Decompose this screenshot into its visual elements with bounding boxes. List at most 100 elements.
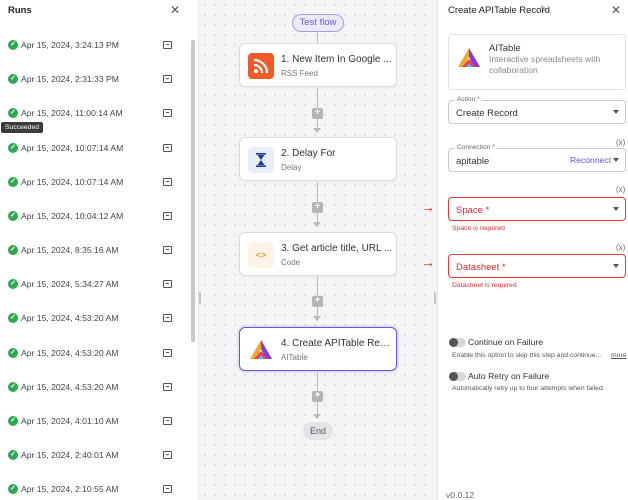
run-item[interactable]: ✓ Apr 15, 2024, 10:04:12 AM <box>0 208 190 226</box>
flow-step-rss[interactable]: 1. New Item In Google ... RSS Feed <box>239 43 397 87</box>
aitable-logo-icon <box>456 45 482 71</box>
dynamic-value-toggle[interactable]: (x) <box>616 185 625 194</box>
test-flow-button[interactable]: Test flow <box>292 14 344 32</box>
add-step-button[interactable]: + <box>312 296 323 307</box>
runs-scrollbar[interactable] <box>191 40 195 342</box>
space-select[interactable]: Space * <box>448 197 626 221</box>
run-time: Apr 15, 2024, 4:53:20 AM <box>21 313 119 323</box>
run-item[interactable]: ✓ Apr 15, 2024, 3:24:13 PM <box>0 37 190 55</box>
view-log-icon[interactable] <box>163 75 172 83</box>
close-runs-icon[interactable]: ✕ <box>170 3 180 17</box>
step-title: 4. Create APITable Rec... <box>281 338 393 349</box>
view-log-icon[interactable] <box>163 280 172 288</box>
space-error: Space is required <box>452 225 505 232</box>
run-item[interactable]: ✓ Apr 15, 2024, 10:07:14 AM <box>0 174 190 192</box>
auto-retry-toggle[interactable] <box>449 372 466 381</box>
step-title: 1. New Item In Google ... <box>281 54 392 65</box>
chevron-down-icon <box>613 158 619 162</box>
connection-value: apitable <box>456 156 490 167</box>
run-time: Apr 15, 2024, 10:07:14 AM <box>21 143 124 153</box>
run-item[interactable]: ✓ Apr 15, 2024, 8:35:16 AM <box>0 242 190 260</box>
step-subtitle: AITable <box>281 353 308 362</box>
dynamic-value-toggle[interactable]: (x) <box>616 243 625 252</box>
app-description: Interactive spreadsheets with collaborat… <box>489 54 601 75</box>
view-log-icon[interactable] <box>163 212 172 220</box>
step-title: 3. Get article title, URL ... <box>281 243 393 254</box>
view-log-icon[interactable] <box>163 417 172 425</box>
continue-on-failure-toggle[interactable] <box>449 338 466 347</box>
add-step-button[interactable]: + <box>312 391 323 402</box>
run-item[interactable]: ✓ Apr 15, 2024, 2:40:01 AM <box>0 447 190 465</box>
run-item[interactable]: ✓ Apr 15, 2024, 5:34:27 AM <box>0 276 190 294</box>
view-log-icon[interactable] <box>163 451 172 459</box>
run-item[interactable]: ✓ Apr 15, 2024, 4:53:20 AM <box>0 345 190 363</box>
run-time: Apr 15, 2024, 2:40:01 AM <box>21 450 119 460</box>
left-resize-handle[interactable] <box>199 292 201 304</box>
edit-pencil-icon[interactable]: ✎ <box>540 4 548 15</box>
success-check-icon: ✓ <box>8 313 18 323</box>
version-label: v0.0.12 <box>446 490 475 500</box>
close-panel-icon[interactable]: ✕ <box>611 3 621 17</box>
panel-title: Create APITable Record <box>448 5 550 16</box>
reconnect-link[interactable]: Reconnect <box>570 155 611 165</box>
rss-icon <box>248 53 274 79</box>
run-item[interactable]: ✓ Apr 15, 2024, 2:31:33 PM <box>0 71 190 89</box>
step-subtitle: RSS Feed <box>281 69 318 78</box>
run-time: Apr 15, 2024, 8:35:16 AM <box>21 245 119 255</box>
add-step-button[interactable]: + <box>312 108 323 119</box>
aitable-logo-icon <box>248 337 274 363</box>
run-time: Apr 15, 2024, 10:07:14 AM <box>21 177 124 187</box>
add-step-button[interactable]: + <box>312 202 323 213</box>
run-item[interactable]: ✓ Apr 15, 2024, 4:53:20 AM <box>0 379 190 397</box>
run-item[interactable]: ✓ Apr 15, 2024, 10:07:14 AM <box>0 140 190 158</box>
run-time: Apr 15, 2024, 10:04:12 AM <box>21 211 124 221</box>
run-item[interactable]: ✓ Apr 15, 2024, 11:00:14 AM <box>0 105 190 123</box>
view-log-icon[interactable] <box>163 144 172 152</box>
success-check-icon: ✓ <box>8 348 18 358</box>
datasheet-select[interactable]: Datasheet * <box>448 254 626 278</box>
run-item[interactable]: ✓ Apr 15, 2024, 4:53:20 AM <box>0 310 190 328</box>
run-time: Apr 15, 2024, 2:31:33 PM <box>21 74 119 84</box>
right-resize-handle[interactable] <box>434 292 436 304</box>
success-check-icon: ✓ <box>8 40 18 50</box>
run-time: Apr 15, 2024, 3:24:13 PM <box>21 40 119 50</box>
continue-on-failure-label: Continue on Failure <box>468 337 544 347</box>
action-select[interactable]: Action * Create Record <box>448 96 626 124</box>
view-log-icon[interactable] <box>163 41 172 49</box>
flow-step-aitable[interactable]: 4. Create APITable Rec... AITable <box>239 327 397 371</box>
view-log-icon[interactable] <box>163 349 172 357</box>
success-check-icon: ✓ <box>8 74 18 84</box>
action-value: Create Record <box>456 108 518 119</box>
step-title: 2. Delay For <box>281 148 336 159</box>
runs-panel: Runs ✕ ✓ Apr 15, 2024, 3:24:13 PM ✓ Apr … <box>0 0 199 500</box>
flow-step-delay[interactable]: 2. Delay For Delay <box>239 137 397 181</box>
view-log-icon[interactable] <box>163 246 172 254</box>
step-subtitle: Code <box>281 258 301 267</box>
success-check-icon: ✓ <box>8 108 18 118</box>
view-log-icon[interactable] <box>163 314 172 322</box>
view-log-icon[interactable] <box>163 383 172 391</box>
run-time: Apr 15, 2024, 5:34:27 AM <box>21 279 119 289</box>
success-check-icon: ✓ <box>8 382 18 392</box>
datasheet-error: Datasheet is required <box>452 282 517 289</box>
red-annotation-arrow-icon: → <box>421 199 435 215</box>
hourglass-icon <box>248 147 274 173</box>
connection-label: Connection * <box>455 144 497 151</box>
connector-arrow <box>313 128 321 133</box>
run-time: Apr 15, 2024, 2:10:55 AM <box>21 484 119 494</box>
success-check-icon: ✓ <box>8 245 18 255</box>
chevron-down-icon <box>613 207 619 211</box>
run-time: Apr 15, 2024, 4:01:10 AM <box>21 416 119 426</box>
code-icon: <> <box>248 242 274 268</box>
view-log-icon[interactable] <box>163 178 172 186</box>
view-log-icon[interactable] <box>163 485 172 493</box>
dynamic-value-toggle[interactable]: (x) <box>616 138 625 147</box>
run-time: Apr 15, 2024, 11:00:14 AM <box>21 108 123 118</box>
success-check-icon: ✓ <box>8 484 18 494</box>
flow-step-code[interactable]: <> 3. Get article title, URL ... Code <box>239 232 397 276</box>
success-check-icon: ✓ <box>8 211 18 221</box>
view-log-icon[interactable] <box>163 109 172 117</box>
run-item[interactable]: ✓ Apr 15, 2024, 2:10:55 AM <box>0 481 190 499</box>
run-item[interactable]: ✓ Apr 15, 2024, 4:01:10 AM <box>0 413 190 431</box>
more-link[interactable]: more <box>611 352 627 359</box>
